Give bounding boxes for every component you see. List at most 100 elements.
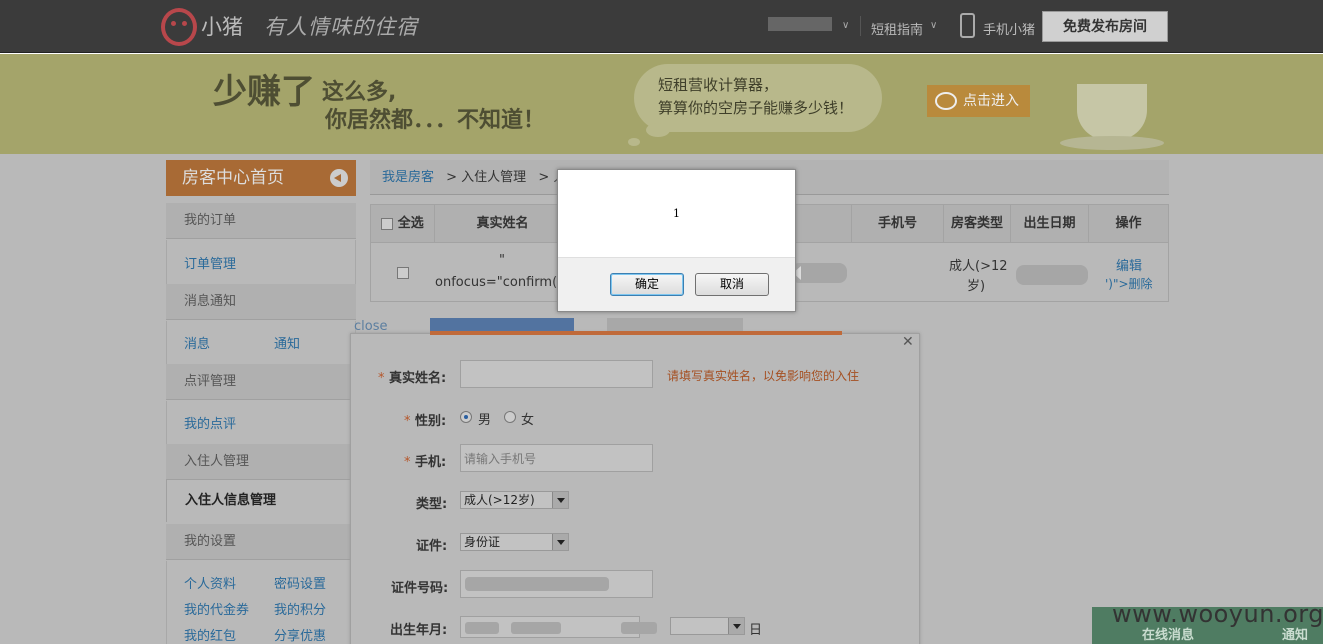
sidebar-item-profile[interactable]: 个人资料 [184, 573, 236, 592]
masked-month [511, 622, 561, 634]
sidebar-item-notice[interactable]: 通知 [274, 333, 300, 352]
watermark: www.wooyun.org [1112, 600, 1323, 628]
name-hint: 请填写真实姓名，以免影响您的入住 [667, 369, 860, 383]
form-accent-bar [430, 331, 842, 335]
confirm-dialog: 1 确定 取消 [557, 169, 796, 312]
guest-type-select[interactable]: 成人(>12岁) [460, 491, 569, 509]
select-all-label: 全选 [397, 216, 424, 231]
id-number-label: 证件号码: [391, 581, 449, 596]
select-all-checkbox[interactable] [381, 217, 394, 230]
guest-name-line-1: " [499, 253, 505, 268]
bubble-line-2: 算算你的空房子能赚多少钱！ [658, 99, 854, 117]
day-suffix: 日 [749, 623, 763, 638]
delete-link[interactable]: ')">删除 [1105, 275, 1153, 292]
dialog-footer: 确定 取消 [558, 257, 795, 311]
sidebar-item-my-reviews[interactable]: 我的点评 [184, 413, 236, 432]
sidebar-group-settings: 我的设置 [166, 524, 356, 560]
sidebar-item-coupons[interactable]: 我的代金券 [184, 599, 249, 618]
dropdown-arrow-icon[interactable] [552, 534, 568, 550]
gender-label-text: 性别: [415, 414, 447, 429]
brand-name[interactable]: 小猪 [201, 11, 243, 41]
breadcrumb-root-link[interactable]: 我是房客 [382, 170, 434, 185]
sidebar-item-share[interactable]: 分享优惠 [274, 625, 326, 644]
gender-female-radio[interactable] [504, 411, 516, 423]
nav-rental-guide[interactable]: 短租指南 [871, 19, 923, 38]
guest-type-line-2: 岁) [967, 279, 986, 294]
edit-link[interactable]: 编辑 [1116, 255, 1142, 274]
ok-button[interactable]: 确定 [610, 273, 684, 296]
breadcrumb-level-2: > 入住人管理 [446, 170, 527, 185]
sidebar-item-red-packet[interactable]: 我的红包 [184, 625, 236, 644]
cancel-button[interactable]: 取消 [695, 273, 769, 296]
pig-logo-icon[interactable] [161, 8, 197, 46]
sidebar-item-points[interactable]: 我的积分 [274, 599, 326, 618]
sidebar-item-message[interactable]: 消息 [184, 333, 210, 352]
gender-female-label: 女 [521, 413, 535, 428]
close-link[interactable]: close [354, 319, 387, 334]
collapse-arrow-icon[interactable] [330, 169, 348, 187]
username-masked[interactable] [768, 17, 832, 31]
id-type-label: 证件: [416, 539, 448, 554]
masked-value [621, 622, 657, 634]
sidebar-group-orders: 我的订单 [166, 203, 356, 239]
piggy-bank-icon [935, 92, 957, 110]
column-header-name: 真实姓名 [435, 205, 571, 243]
required-mark: * [404, 455, 411, 470]
top-bar: 小猪 有人情味的住宿 ∨ 短租指南 ∨ 手机小猪 免费发布房间 [0, 0, 1323, 53]
required-mark: * [378, 371, 385, 386]
column-header-birth-date: 出生日期 [1011, 205, 1089, 243]
phone-label: * 手机: [404, 451, 446, 470]
nav-divider [860, 16, 861, 36]
birth-day-select[interactable] [670, 617, 745, 635]
sidebar-item-guest-info[interactable]: 入住人信息管理 [166, 480, 356, 522]
name-label: * 真实姓名: [378, 367, 446, 386]
column-header-guest-type: 房客类型 [944, 205, 1011, 243]
banner-subline: 你居然都．．．不知道！ [325, 108, 546, 133]
id-type-select[interactable]: 身份证 [460, 533, 569, 551]
dropdown-arrow-icon[interactable] [728, 618, 744, 634]
sidebar-home-link[interactable]: 房客中心首页 [166, 160, 356, 196]
add-guest-tab[interactable] [430, 318, 574, 332]
chevron-down-icon[interactable]: ∨ [842, 20, 849, 31]
close-icon[interactable]: ✕ [902, 334, 914, 350]
row-checkbox[interactable] [397, 267, 409, 279]
sidebar-group-messages: 消息通知 [166, 284, 356, 320]
gender-male-radio[interactable] [460, 411, 472, 423]
mobile-phone-icon[interactable] [960, 13, 975, 38]
publish-room-button[interactable]: 免费发布房间 [1042, 11, 1168, 42]
guest-name-line-2: onfocus="confirm(1 [435, 275, 566, 290]
birth-year-month-field[interactable] [460, 616, 657, 638]
id-number-input[interactable] [460, 570, 653, 598]
name-label-text: 真实姓名: [389, 371, 447, 386]
bubble-line-1: 短租营收计算器， [658, 76, 779, 94]
id-type-value: 身份证 [464, 535, 501, 549]
brand-slogan: 有人情味的住宿 [264, 15, 418, 39]
promo-banner[interactable]: 少赚了 这么多, 你居然都．．．不知道！ 短租营收计算器， 算算你的空房子能赚多… [0, 54, 1323, 154]
nav-mobile-app[interactable]: 手机小猪 [983, 19, 1035, 38]
birth-label: 出生年月: [390, 623, 448, 638]
required-mark: * [404, 414, 411, 429]
saucer-image [1060, 136, 1164, 150]
masked-year [465, 622, 499, 634]
phone-input[interactable]: 请输入手机号 [460, 444, 653, 472]
dropdown-arrow-icon[interactable] [552, 492, 568, 508]
masked-id-number [465, 577, 609, 591]
column-header-phone: 手机号 [851, 205, 944, 243]
speech-bubble-tail [646, 123, 670, 137]
secondary-tab[interactable] [607, 318, 743, 332]
gender-male-label: 男 [478, 413, 492, 428]
coffee-cup-image [1077, 84, 1147, 140]
select-all-header: 全选 [371, 205, 435, 243]
sidebar-item-password[interactable]: 密码设置 [274, 573, 326, 592]
real-name-input[interactable] [460, 360, 653, 388]
speech-bubble-tail [628, 138, 640, 146]
masked-birth-date [1016, 265, 1088, 285]
guest-type-line-1: 成人(>12 [949, 259, 1008, 274]
column-header-actions: 操作 [1115, 216, 1142, 231]
sidebar-item-order-manage[interactable]: 订单管理 [184, 253, 236, 272]
banner-headline: 少赚了 [213, 72, 315, 112]
sidebar-group-guests: 入住人管理 [166, 444, 356, 480]
chevron-down-icon[interactable]: ∨ [930, 20, 937, 31]
gender-label: * 性别: [404, 410, 446, 429]
guest-type-value: 成人(>12岁) [464, 493, 535, 507]
